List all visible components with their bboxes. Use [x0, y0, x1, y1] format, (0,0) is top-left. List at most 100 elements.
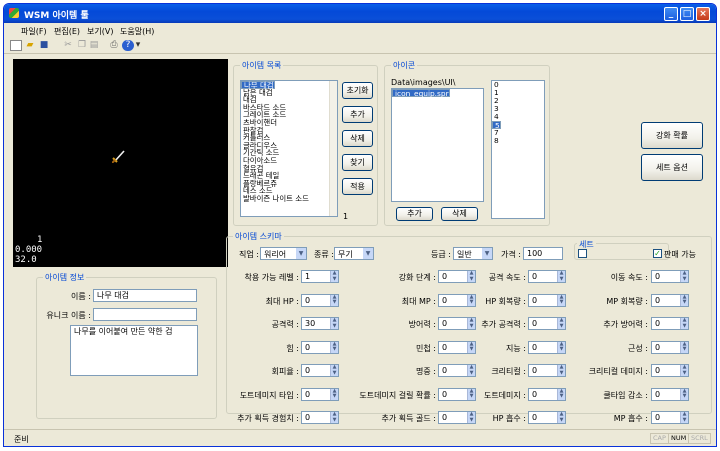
find-button[interactable]: 찾기 [342, 154, 373, 171]
spin-arrows-icon[interactable]: ▲ ▼ [680, 294, 688, 306]
stat-label: 크리티컬 : [491, 367, 526, 376]
chevron-down-icon: ▼ [363, 248, 373, 259]
stat-spinner[interactable]: 0 ▲ ▼ [651, 411, 689, 424]
icon-group: 아이콘 Data\images\UI\ icon_equip.spricon_a… [384, 60, 550, 226]
add-item-button[interactable]: 추가 [342, 106, 373, 123]
stat-label: 지능 : [506, 343, 526, 353]
icon-index-item[interactable]: 2 [492, 97, 544, 105]
open-folder-icon[interactable]: ▰ [24, 40, 36, 51]
icon-index-item[interactable]: 4 [492, 113, 544, 121]
paste-icon[interactable]: ▤ [88, 40, 100, 51]
stat-value: 0 [655, 295, 661, 305]
spin-arrows-icon[interactable]: ▲ ▼ [680, 388, 688, 400]
job-label: 직업 : [239, 250, 259, 259]
icon-index-item[interactable]: 3 [492, 105, 544, 113]
spin-arrows-icon[interactable]: ▲ ▼ [330, 341, 338, 353]
icon-index-item[interactable]: 8 [492, 137, 544, 145]
stat-value: 0 [305, 342, 311, 352]
spin-arrows-icon[interactable]: ▲ ▼ [330, 294, 338, 306]
stat-spinner[interactable]: 30 ▲ ▼ [301, 317, 339, 330]
type-select[interactable]: 무기 ▼ [334, 247, 374, 260]
new-file-icon[interactable] [10, 40, 22, 51]
grade-select[interactable]: 일반 ▼ [453, 247, 493, 260]
stat-value: 0 [305, 366, 311, 375]
delete-icon-button[interactable]: 삭제 [441, 207, 478, 221]
set-checkbox[interactable] [578, 249, 587, 258]
stat-spinner[interactable]: 1 ▲ ▼ [301, 270, 339, 283]
save-icon[interactable]: ■ [38, 40, 50, 51]
menu-edit[interactable]: 편집(E) [54, 26, 80, 37]
icon-index-list[interactable]: 012345678 [491, 80, 545, 219]
stat-spinner[interactable]: 0 ▲ ▼ [301, 340, 339, 354]
sale-checkbox[interactable]: ✓ [653, 249, 662, 258]
spin-arrows-icon[interactable]: ▲ ▼ [330, 388, 338, 400]
menu-file[interactable]: 파일(F) [21, 26, 47, 37]
menu-help[interactable]: 도움말(H) [120, 26, 154, 37]
close-button[interactable]: × [696, 7, 710, 21]
delete-item-button[interactable]: 삭제 [342, 130, 373, 147]
icon-index-item[interactable]: 7 [492, 129, 544, 137]
help-icon[interactable]: ? [122, 40, 134, 51]
stat-label: 추가 공격력 : [481, 320, 526, 329]
toolbar: ▰ ■ ✂ ❐ ▤ ⎙ ? ▾ [4, 38, 716, 54]
stat-spinner[interactable]: 0 ▲ ▼ [301, 387, 339, 401]
stat-value: 0 [532, 342, 538, 352]
icon-file-item[interactable]: icon_equip.spr [392, 89, 450, 97]
stat-spinner[interactable]: 0 ▲ ▼ [651, 270, 689, 283]
unique-name-field[interactable] [93, 308, 197, 321]
spin-arrows-icon[interactable]: ▲ ▼ [330, 270, 338, 282]
description-field[interactable]: 나무를 이어붙여 만든 약한 검 [70, 325, 198, 376]
price-field[interactable]: 100 [523, 247, 563, 260]
enhance-rate-button[interactable]: 강화 확률 [641, 122, 703, 149]
name-label: 이름 : [71, 292, 91, 301]
list-item[interactable]: 발바이즌 나이트 소드 [241, 195, 337, 203]
apply-button[interactable]: 적용 [342, 178, 373, 195]
spin-arrows-icon[interactable]: ▲ ▼ [680, 341, 688, 353]
stat-spinner[interactable]: 0 ▲ ▼ [651, 340, 689, 354]
app-icon [9, 8, 19, 18]
stat-spinner[interactable]: 0 ▲ ▼ [651, 387, 689, 401]
spin-arrows-icon[interactable]: ▲ ▼ [680, 270, 688, 282]
stat-label: HP 흡수 : [492, 414, 526, 423]
item-list-scrollbar[interactable] [329, 81, 337, 216]
icon-file-list[interactable]: icon_equip.spricon_acc.spr [391, 88, 484, 202]
stat-label: 민첩 : [416, 343, 436, 353]
job-select-value: 워리어 [264, 250, 287, 259]
icon-index-item[interactable]: 0 [492, 81, 544, 89]
preview-viewport[interactable]: 1 0.000 32.0 [13, 59, 228, 267]
stat-spinner[interactable]: 0 ▲ ▼ [301, 364, 339, 377]
list-item[interactable]: 나무 대검 [241, 81, 275, 89]
dropdown-icon[interactable]: ▾ [134, 40, 142, 51]
icon-index-item[interactable]: 1 [492, 89, 544, 97]
menu-view[interactable]: 보기(V) [87, 26, 113, 37]
stat-spinner[interactable]: 0 ▲ ▼ [301, 411, 339, 424]
item-info-group: 아이템 정보 이름 : 나무 대검 유니크 이름 : 나무를 이어붙여 만든 약… [36, 272, 217, 419]
name-field[interactable]: 나무 대검 [93, 289, 197, 302]
stat-value: 0 [532, 272, 538, 281]
spin-arrows-icon[interactable]: ▲ ▼ [330, 317, 338, 329]
cut-icon[interactable]: ✂ [62, 40, 74, 51]
copy-icon[interactable]: ❐ [76, 40, 88, 51]
stat-label: MP 흡수 : [613, 414, 648, 423]
job-select[interactable]: 워리어 ▼ [260, 247, 307, 260]
minimize-button[interactable]: _ [664, 7, 678, 21]
icon-index-item[interactable]: 5 [492, 121, 501, 130]
spin-arrows-icon[interactable]: ▲ ▼ [330, 411, 338, 423]
stat-label: HP 회복량 : [485, 296, 526, 306]
app-window: WSM 아이템 툴 _ □ × 파일(F) 편집(E) 보기(V) 도움말(H)… [3, 3, 717, 447]
maximize-button[interactable]: □ [680, 7, 694, 21]
spin-arrows-icon[interactable]: ▲ ▼ [680, 411, 688, 423]
stat-spinner[interactable]: 0 ▲ ▼ [651, 293, 689, 307]
set-option-button[interactable]: 세트 옵션 [641, 154, 703, 181]
spin-arrows-icon[interactable]: ▲ ▼ [680, 317, 688, 329]
stat-spinner[interactable]: 0 ▲ ▼ [301, 293, 339, 307]
stat-spinner[interactable]: 0 ▲ ▼ [651, 364, 689, 377]
spin-arrows-icon[interactable]: ▲ ▼ [680, 364, 688, 376]
type-select-value: 무기 [338, 250, 353, 259]
print-icon[interactable]: ⎙ [108, 40, 120, 51]
item-listbox[interactable]: 나무 대검죽도낡은 대검대검바스타드 소드그레이트 소드츠바이핸더판찰검커틀러스… [240, 80, 338, 217]
init-button[interactable]: 초기화 [342, 82, 373, 99]
add-icon-button[interactable]: 추가 [396, 207, 433, 221]
stat-spinner[interactable]: 0 ▲ ▼ [651, 317, 689, 330]
spin-arrows-icon[interactable]: ▲ ▼ [330, 364, 338, 376]
